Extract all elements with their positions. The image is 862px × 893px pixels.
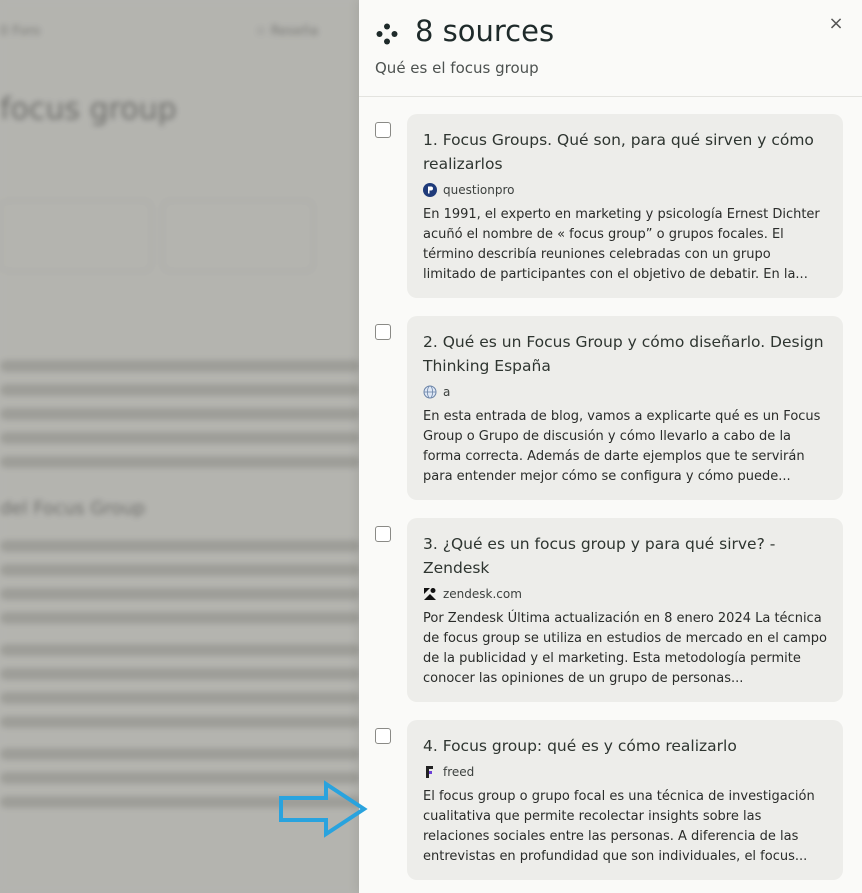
- sources-icon: [376, 23, 398, 45]
- source-card[interactable]: 1. Focus Groups. Qué son, para qué sirve…: [407, 114, 843, 298]
- source-card[interactable]: 2. Qué es un Focus Group y cómo diseñarl…: [407, 316, 843, 500]
- globe-icon: [423, 385, 437, 399]
- source-snippet: En 1991, el experto en marketing y psico…: [423, 207, 820, 282]
- source-title[interactable]: 4. Focus group: qué es y cómo realizarlo: [423, 734, 827, 758]
- source-domain-text: questionpro: [443, 183, 515, 197]
- source-domain: questionpro: [423, 181, 827, 199]
- questionpro-icon: [423, 183, 437, 197]
- source-checkbox[interactable]: [375, 324, 391, 340]
- sources-panel-header: 8 sources Qué es el focus group ×: [359, 0, 862, 97]
- source-title[interactable]: 3. ¿Qué es un focus group y para qué sir…: [423, 532, 827, 580]
- source-checkbox[interactable]: [375, 122, 391, 138]
- pointer-arrow-icon: [279, 780, 368, 838]
- zendesk-icon: [424, 588, 436, 600]
- panel-subtitle: Qué es el focus group: [375, 59, 539, 77]
- source-domain: a: [423, 383, 827, 401]
- source-domain-text: freed: [443, 765, 475, 779]
- source-snippet: En esta entrada de blog, vamos a explica…: [423, 409, 821, 484]
- source-domain-text: a: [443, 385, 451, 399]
- source-title[interactable]: 1. Focus Groups. Qué son, para qué sirve…: [423, 128, 827, 176]
- close-icon[interactable]: ×: [824, 12, 848, 36]
- source-checkbox[interactable]: [375, 526, 391, 542]
- source-card[interactable]: 4. Focus group: qué es y cómo realizarlo…: [407, 720, 843, 880]
- source-title[interactable]: 2. Qué es un Focus Group y cómo diseñarl…: [423, 330, 827, 378]
- source-domain-text: zendesk.com: [443, 587, 522, 601]
- source-checkbox[interactable]: [375, 728, 391, 744]
- sources-panel: 8 sources Qué es el focus group × 1. Foc…: [359, 0, 862, 893]
- source-snippet: Por Zendesk Última actualización en 8 en…: [423, 611, 827, 686]
- source-domain: freed: [423, 763, 827, 781]
- source-domain: zendesk.com: [423, 585, 827, 603]
- source-card[interactable]: 3. ¿Qué es un focus group y para qué sir…: [407, 518, 843, 702]
- panel-title: 8 sources: [415, 14, 555, 48]
- source-snippet: El focus group o grupo focal es una técn…: [423, 789, 815, 864]
- freed-icon: [426, 766, 433, 778]
